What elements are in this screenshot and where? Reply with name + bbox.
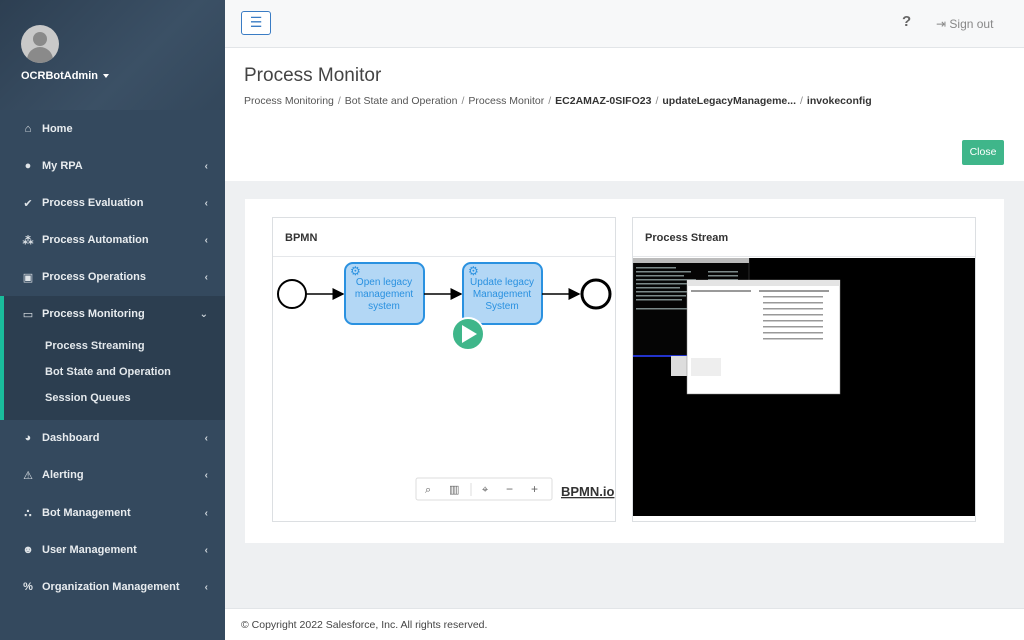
chevron-left-icon: ‹	[204, 271, 208, 283]
sidebar-subitem-process-streaming[interactable]: Process Streaming	[45, 340, 145, 352]
avatar[interactable]	[21, 25, 59, 63]
sign-out-icon: ⇥	[936, 17, 947, 31]
chevron-down-icon: ⌄	[199, 308, 208, 320]
users-icon: ☻	[22, 544, 34, 556]
user-icon: ●	[24, 160, 32, 172]
sign-out-label: Sign out	[949, 17, 994, 31]
breadcrumb-item: invokeconfig	[806, 95, 872, 107]
bot-icon: ∴	[24, 507, 32, 520]
zoom-out-icon[interactable]: −	[506, 482, 513, 496]
sidebar-item-label: Process Automation	[42, 234, 149, 246]
page-header: Process Monitor Process Monitoring / Bot S…	[225, 48, 1024, 181]
sidebar-toggle-button[interactable]: ☰	[241, 11, 271, 35]
breadcrumb-item[interactable]: EC2AMAZ-0SIFO23	[555, 95, 651, 107]
user-menu[interactable]: OCRBotAdmin	[21, 70, 109, 82]
chevron-left-icon: ‹	[204, 544, 208, 556]
hamburger-icon: ☰	[249, 14, 263, 30]
home-icon: ⌂	[24, 123, 32, 135]
sidebar: OCRBotAdmin ⌂ Home ● My RPA ‹ ✔ Process Eval…	[0, 0, 225, 640]
chevron-left-icon: ‹	[204, 507, 208, 519]
close-button[interactable]: Close	[962, 140, 1004, 165]
search-icon[interactable]: ⌕	[425, 484, 431, 496]
check-icon: ✔	[23, 197, 33, 210]
task-label: Management	[473, 289, 532, 300]
sidebar-item-organization-management[interactable]: % Organization Management ‹	[0, 572, 225, 602]
bpmn-io-logo[interactable]: BPMN.io	[561, 484, 615, 499]
sign-out-link[interactable]: ⇥ Sign out	[936, 17, 993, 31]
sidebar-item-label: Process Operations	[42, 271, 146, 283]
sidebar-item-process-automation[interactable]: ⁂ Process Automation ‹	[0, 225, 225, 255]
breadcrumb-item[interactable]: Process Monitor	[468, 95, 544, 107]
sidebar-item-label: User Management	[42, 544, 137, 556]
task-label: Open legacy	[356, 277, 412, 288]
crosshair-icon[interactable]: ⌖	[482, 484, 488, 496]
operations-icon: ▣	[22, 271, 34, 284]
footer: © Copyright 2022 Salesforce, Inc. All ri…	[225, 608, 1024, 640]
warning-icon: ⚠	[23, 469, 33, 482]
sidebar-item-alerting[interactable]: ⚠ Alerting ‹	[0, 460, 225, 490]
bpmn-diagram[interactable]: ⚙ Open legacy management system ⚙ Update…	[273, 258, 615, 522]
chevron-left-icon: ‹	[204, 197, 208, 209]
zoom-in-icon[interactable]: +	[531, 482, 538, 496]
chevron-left-icon: ‹	[204, 432, 208, 444]
map-icon[interactable]: ▥	[449, 484, 459, 496]
sidebar-item-process-evaluation[interactable]: ✔ Process Evaluation ‹	[0, 188, 225, 218]
top-bar: ☰ ? ⇥ Sign out	[225, 0, 1024, 48]
caret-down-icon	[103, 74, 109, 79]
process-stream-panel: Process Stream	[632, 217, 976, 522]
end-event[interactable]	[580, 278, 612, 310]
sitemap-icon: ⁂	[22, 234, 34, 247]
copyright-text: © Copyright 2022 Salesforce, Inc. All ri…	[241, 619, 488, 631]
breadcrumb-item[interactable]: Bot State and Operation	[345, 95, 458, 107]
sidebar-subitem-bot-state[interactable]: Bot State and Operation	[45, 366, 171, 378]
sidebar-item-my-rpa[interactable]: ● My RPA ‹	[0, 151, 225, 181]
username-label: OCRBotAdmin	[21, 70, 98, 82]
play-icon[interactable]	[451, 317, 485, 351]
pie-chart-icon: ◕	[24, 432, 32, 444]
start-event[interactable]	[277, 279, 307, 309]
stream-image	[633, 258, 975, 516]
help-button[interactable]: ?	[902, 13, 911, 30]
task-label: Update legacy	[470, 277, 534, 288]
chevron-left-icon: ‹	[204, 160, 208, 172]
sidebar-item-bot-management[interactable]: ∴ Bot Management ‹	[0, 498, 225, 528]
sidebar-item-process-monitoring[interactable]: ▭ Process Monitoring ⌄	[0, 299, 225, 329]
sidebar-item-label: Process Monitoring	[42, 308, 145, 320]
sidebar-item-label: Organization Management	[42, 581, 180, 593]
user-profile: OCRBotAdmin	[0, 0, 225, 110]
task-label: system	[368, 301, 400, 312]
sidebar-item-user-management[interactable]: ☻ User Management ‹	[0, 535, 225, 565]
sidebar-item-label: Home	[42, 123, 73, 135]
diagram-toolbar: ⌕ ▥ ⌖ − +	[415, 477, 553, 501]
sidebar-item-home[interactable]: ⌂ Home	[0, 114, 225, 144]
gear-icon: ⚙	[350, 264, 361, 278]
sidebar-subitem-session-queues[interactable]: Session Queues	[45, 392, 131, 404]
page-title: Process Monitor	[244, 65, 382, 86]
breadcrumb-item[interactable]: Process Monitoring	[244, 95, 334, 107]
sidebar-item-process-operations[interactable]: ▣ Process Operations ‹	[0, 262, 225, 292]
sidebar-item-label: My RPA	[42, 160, 83, 172]
chevron-left-icon: ‹	[204, 581, 208, 593]
process-stream-screenshot	[633, 258, 975, 516]
bpmn-panel: BPMN ⚙ Open legacy management system ⚙ U…	[272, 217, 616, 522]
process-stream-title: Process Stream	[633, 218, 975, 257]
task-label: System	[485, 301, 518, 312]
bpmn-panel-title: BPMN	[273, 218, 615, 257]
monitor-icon: ▭	[22, 308, 34, 321]
sidebar-item-dashboard[interactable]: ◕ Dashboard ‹	[0, 423, 225, 453]
sidebar-item-label: Bot Management	[42, 507, 131, 519]
main-content: BPMN ⚙ Open legacy management system ⚙ U…	[245, 199, 1004, 543]
org-icon: %	[23, 581, 33, 593]
breadcrumb-item[interactable]: updateLegacyManageme...	[662, 95, 796, 107]
sidebar-item-label: Process Evaluation	[42, 197, 144, 209]
sidebar-item-label: Alerting	[42, 469, 84, 481]
breadcrumb: Process Monitoring / Bot State and Operati…	[244, 95, 872, 107]
chevron-left-icon: ‹	[204, 234, 208, 246]
sidebar-item-label: Dashboard	[42, 432, 100, 444]
task-label: management	[355, 289, 414, 300]
gear-icon: ⚙	[468, 264, 479, 278]
chevron-left-icon: ‹	[204, 469, 208, 481]
